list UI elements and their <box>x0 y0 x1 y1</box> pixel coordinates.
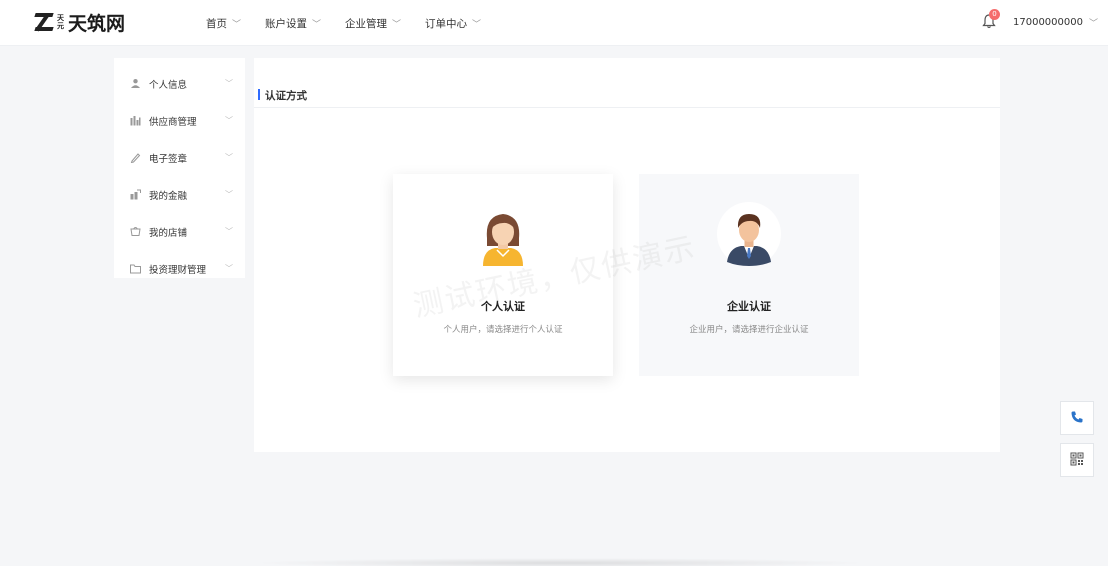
personal-auth-card[interactable]: 个人认证 个人用户，请选择进行个人认证 <box>393 174 613 376</box>
chevron-down-icon: ﹀ <box>1089 19 1099 29</box>
female-avatar-icon <box>471 202 535 266</box>
sidebar-item-supplier[interactable]: 供应商管理 ﹀ <box>114 102 245 139</box>
nav-item-label: 企业管理 <box>345 17 388 30</box>
notification-badge: 0 <box>989 9 1000 20</box>
chevron-down-icon: ﹀ <box>225 227 233 236</box>
nav-item-home[interactable]: 首页 ﹀ <box>206 16 241 31</box>
chevron-down-icon: ﹀ <box>312 19 322 30</box>
logo-mark-icon <box>34 12 54 32</box>
finance-icon <box>130 189 141 200</box>
sidebar: 个人信息 ﹀ 供应商管理 ﹀ 电子签章 ﹀ 我的金融 ﹀ 我的店铺 ﹀ 投资理财… <box>114 58 245 278</box>
sidebar-item-label: 供应商管理 <box>149 116 197 128</box>
shop-icon <box>130 226 141 237</box>
top-navbar: 天元 天筑网 首页 ﹀ 账户设置 ﹀ 企业管理 ﹀ 订单中心 ﹀ 0 17000… <box>0 0 1108 46</box>
nav-item-label: 订单中心 <box>425 17 468 30</box>
section-accent-bar <box>258 89 260 100</box>
chevron-down-icon: ﹀ <box>225 153 233 162</box>
user-menu[interactable]: 17000000000 ﹀ <box>1013 16 1098 29</box>
sidebar-item-finance[interactable]: 我的金融 ﹀ <box>114 176 245 213</box>
bottom-divider-shadow <box>250 558 870 566</box>
nav-item-orders[interactable]: 订单中心 ﹀ <box>425 16 481 31</box>
nav-item-label: 账户设置 <box>265 17 308 30</box>
chevron-down-icon: ﹀ <box>225 264 233 273</box>
section-header: 认证方式 <box>254 58 1000 108</box>
qr-code-button[interactable] <box>1060 443 1094 477</box>
sidebar-item-label: 我的店铺 <box>149 227 188 239</box>
section-title: 认证方式 <box>265 90 307 102</box>
site-logo[interactable]: 天元 天筑网 <box>34 10 126 35</box>
bar-chart-icon <box>130 115 141 126</box>
nav-item-label: 首页 <box>206 17 227 30</box>
chevron-down-icon: ﹀ <box>392 19 402 30</box>
sidebar-item-label: 投资理财管理 <box>149 264 207 276</box>
folder-icon <box>130 263 141 274</box>
user-phone: 17000000000 <box>1013 17 1083 28</box>
male-businessman-avatar-icon <box>717 202 781 266</box>
main-nav: 首页 ﹀ 账户设置 ﹀ 企业管理 ﹀ 订单中心 ﹀ <box>206 0 505 46</box>
card-title: 企业认证 <box>727 300 771 313</box>
chevron-down-icon: ﹀ <box>232 19 242 30</box>
sidebar-item-investment[interactable]: 投资理财管理 ﹀ <box>114 250 245 287</box>
chevron-down-icon: ﹀ <box>225 116 233 125</box>
card-description: 企业用户，请选择进行企业认证 <box>689 325 809 335</box>
main-panel: 认证方式 个人认证 个人用户，请选择进行个人认证 企业认证 企业用户，请选择进行… <box>254 58 1000 452</box>
sidebar-item-label: 我的金融 <box>149 190 188 202</box>
phone-contact-button[interactable] <box>1060 401 1094 435</box>
nav-item-enterprise[interactable]: 企业管理 ﹀ <box>345 16 401 31</box>
chevron-down-icon: ﹀ <box>225 190 233 199</box>
pen-icon <box>130 152 141 164</box>
phone-icon <box>1070 409 1084 428</box>
sidebar-item-e-signature[interactable]: 电子签章 ﹀ <box>114 139 245 176</box>
sidebar-item-personal-info[interactable]: 个人信息 ﹀ <box>114 65 245 102</box>
sidebar-item-label: 电子签章 <box>149 153 188 165</box>
card-title: 个人认证 <box>481 300 525 313</box>
notification-bell-icon[interactable]: 0 <box>982 9 1000 29</box>
nav-item-account-settings[interactable]: 账户设置 ﹀ <box>265 16 321 31</box>
sidebar-item-label: 个人信息 <box>149 79 188 91</box>
enterprise-auth-card[interactable]: 企业认证 企业用户，请选择进行企业认证 <box>639 174 859 376</box>
chevron-down-icon: ﹀ <box>472 19 482 30</box>
user-icon <box>130 78 141 89</box>
chevron-down-icon: ﹀ <box>225 79 233 88</box>
sidebar-item-shop[interactable]: 我的店铺 ﹀ <box>114 213 245 250</box>
logo-name: 天筑网 <box>68 12 126 35</box>
card-description: 个人用户，请选择进行个人认证 <box>443 325 563 335</box>
qr-code-icon <box>1070 451 1084 470</box>
logo-small-text: 天元 <box>57 14 64 30</box>
